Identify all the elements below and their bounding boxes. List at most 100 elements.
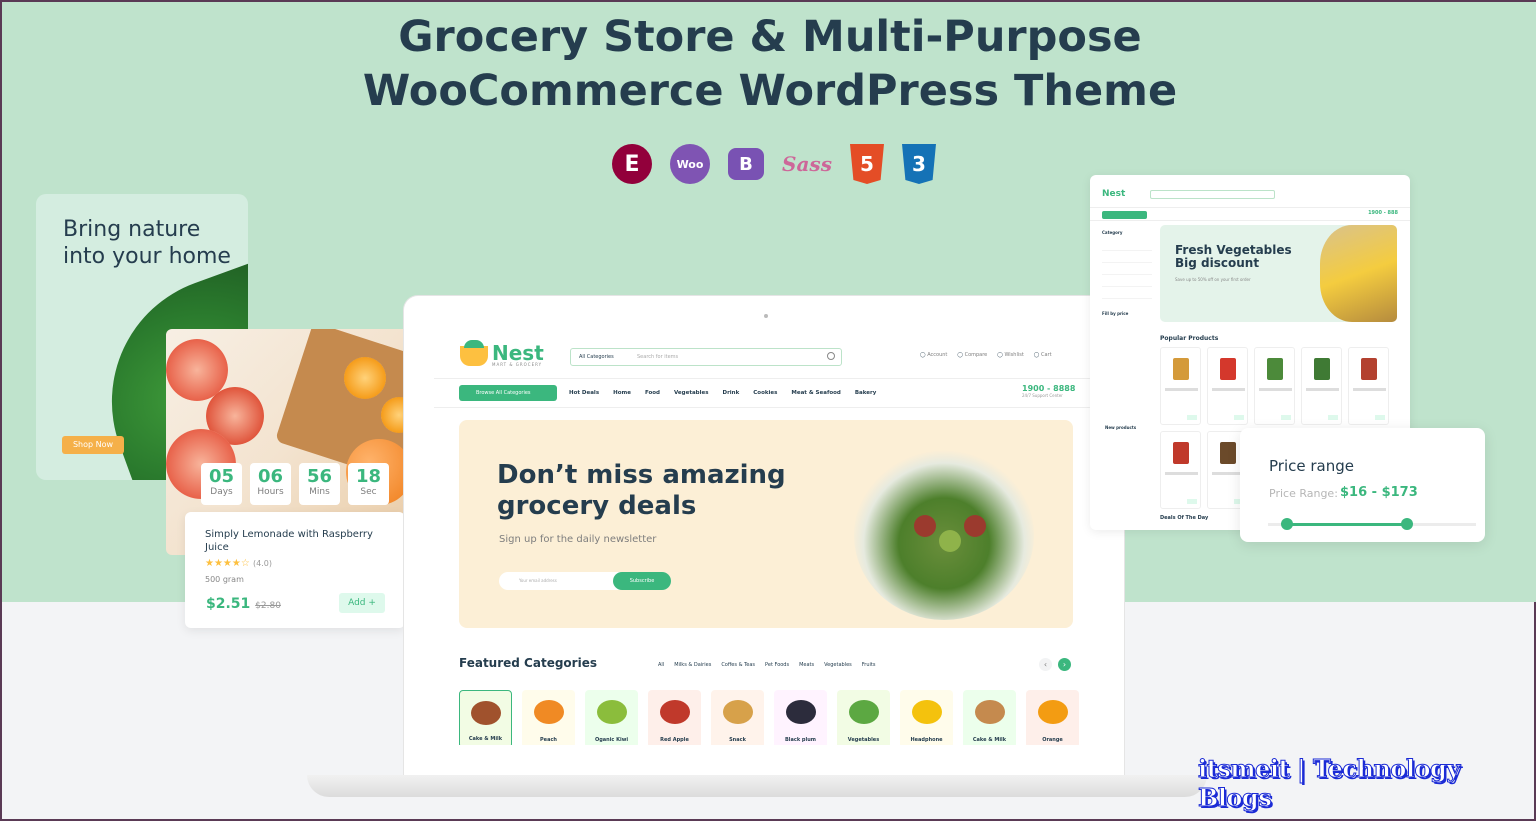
search-icon[interactable] [827, 352, 835, 360]
sass-icon: Sass [782, 152, 832, 176]
search-bar[interactable]: All Categories Search for items [570, 348, 842, 366]
countdown-value: 18 [355, 466, 382, 487]
countdown-label: Days [210, 487, 233, 497]
banner-title: Grocery Store & Multi-Purpose WooCommerc… [2, 10, 1536, 118]
logo-text: Nest [492, 341, 544, 365]
header-actions: Account Compare Wishlist Cart [920, 352, 1052, 358]
nav-hot-deals[interactable]: Hot Deals [569, 390, 599, 396]
category-label: Headphone [910, 737, 943, 743]
site-logo[interactable]: Nest MART & GROCERY [460, 339, 544, 367]
category-card[interactable]: Cake & Milk [459, 690, 512, 745]
price-slider-max-handle[interactable] [1401, 518, 1414, 530]
html5-icon: 5 [850, 144, 884, 184]
account-link[interactable]: Account [920, 352, 947, 358]
nav-food[interactable]: Food [645, 390, 660, 396]
nav-menu: Hot Deals Home Food Vegetables Drink Coo… [569, 390, 876, 396]
shot-product-card [1301, 347, 1342, 425]
hero-subtitle: Sign up for the daily newsletter [499, 534, 657, 545]
category-card[interactable]: Oganic Kiwi [585, 690, 638, 745]
category-card[interactable]: Cake & Milk [963, 690, 1016, 745]
category-card[interactable]: Vegetables [837, 690, 890, 745]
shot-product-image [1360, 358, 1377, 380]
browse-categories-button[interactable]: Browse All Categories [459, 385, 557, 401]
category-carousel: Cake & Milk Peach Oganic Kiwi Red Apple … [459, 690, 1079, 745]
wishlist-link[interactable]: Wishlist [997, 352, 1023, 358]
apple-image [964, 515, 986, 537]
countdown-label: Hours [257, 487, 284, 497]
shot-product-button [1187, 415, 1197, 420]
tab-meats[interactable]: Meats [799, 662, 814, 668]
shot-product-card [1254, 347, 1295, 425]
product-rating: ★★★★☆ (4.0) [205, 558, 272, 569]
shot-product-button [1375, 415, 1385, 420]
category-card[interactable]: Orange [1026, 690, 1079, 745]
shot-browse-button [1102, 211, 1147, 219]
countdown-days: 05 Days [201, 463, 242, 505]
shot-product-image [1172, 442, 1189, 464]
tab-fruits[interactable]: Fruits [862, 662, 876, 668]
shot-sidebar-row [1102, 287, 1152, 299]
cart-link[interactable]: Cart [1034, 352, 1052, 358]
category-card[interactable]: Snack [711, 690, 764, 745]
nav-cookies[interactable]: Cookies [753, 390, 777, 396]
arrow-right-icon[interactable]: › [1058, 658, 1071, 671]
arrow-left-icon[interactable]: ‹ [1039, 658, 1052, 671]
countdown-value: 06 [257, 466, 284, 487]
tab-coffes-teas[interactable]: Coffes & Teas [721, 662, 755, 668]
shot-hero: Fresh Vegetables Big discount Save up to… [1160, 225, 1397, 322]
rating-stars: ★★★★ [205, 558, 241, 569]
nav-home[interactable]: Home [613, 390, 631, 396]
category-select[interactable]: All Categories [579, 354, 614, 360]
category-card[interactable]: Red Apple [648, 690, 701, 745]
nav-drink[interactable]: Drink [723, 390, 740, 396]
product-info-card: Simply Lemonade with Raspberry Juice ★★★… [185, 512, 405, 628]
price-range-title: Price range [1269, 457, 1354, 475]
countdown-label: Mins [309, 487, 330, 497]
price-slider-fill [1286, 523, 1408, 526]
product-weight: 500 gram [205, 575, 244, 584]
add-to-cart-button[interactable]: Add + [339, 593, 385, 613]
nav-meat-seafood[interactable]: Meat & Seafood [791, 390, 840, 396]
tab-all[interactable]: All [658, 662, 664, 668]
tab-pet-foods[interactable]: Pet Foods [765, 662, 789, 668]
subscribe-button[interactable]: Subscribe [613, 572, 671, 590]
apple-image [914, 515, 936, 537]
nav-vegetables[interactable]: Vegetables [674, 390, 709, 396]
countdown-mins: 56 Mins [299, 463, 340, 505]
shot-product-image [1172, 358, 1189, 380]
tab-vegetables[interactable]: Vegetables [824, 662, 852, 668]
shot-product-line [1212, 388, 1245, 391]
category-image [848, 700, 879, 724]
hero-headline: Don’t miss amazing grocery deals [497, 460, 786, 521]
basket-icon [460, 339, 488, 366]
shop-now-button[interactable]: Shop Now [62, 436, 124, 454]
carousel-arrows: ‹ › [1039, 658, 1071, 671]
shot-product-line [1165, 388, 1198, 391]
countdown-value: 56 [306, 466, 333, 487]
nature-card-title: Bring nature into your home [63, 217, 231, 269]
shot-product-card [1160, 347, 1201, 425]
category-image [659, 700, 690, 724]
category-card[interactable]: Headphone [900, 690, 953, 745]
shot-popular-title: Popular Products [1160, 335, 1219, 342]
price-slider-min-handle[interactable] [1280, 518, 1293, 530]
shot-product-button [1328, 415, 1338, 420]
product-name[interactable]: Simply Lemonade with Raspberry Juice [205, 528, 385, 554]
price-range-card: Price range Price Range: $16 - $173 [1240, 428, 1485, 542]
category-card[interactable]: Black plum [774, 690, 827, 745]
shot-product-image [1219, 442, 1236, 464]
category-card[interactable]: Peach [522, 690, 575, 745]
shot-nav: 1900 - 888 [1090, 207, 1410, 221]
category-image [785, 700, 816, 724]
shot-product-image [1266, 358, 1283, 380]
tab-milks-dairies[interactable]: Milks & Dairies [674, 662, 711, 668]
phone-number: 1900 - 8888 [1022, 384, 1076, 393]
shot-logo: Nest [1102, 189, 1126, 199]
search-input[interactable]: Search for items [637, 354, 678, 360]
compare-link[interactable]: Compare [957, 352, 988, 358]
nav-bakery[interactable]: Bakery [855, 390, 876, 396]
shot-sidebar-row [1102, 263, 1152, 275]
shot-deals-title: Deals Of The Day [1160, 515, 1209, 521]
shot-sidebar-row [1102, 275, 1152, 287]
woocommerce-icon: Woo [670, 144, 710, 184]
